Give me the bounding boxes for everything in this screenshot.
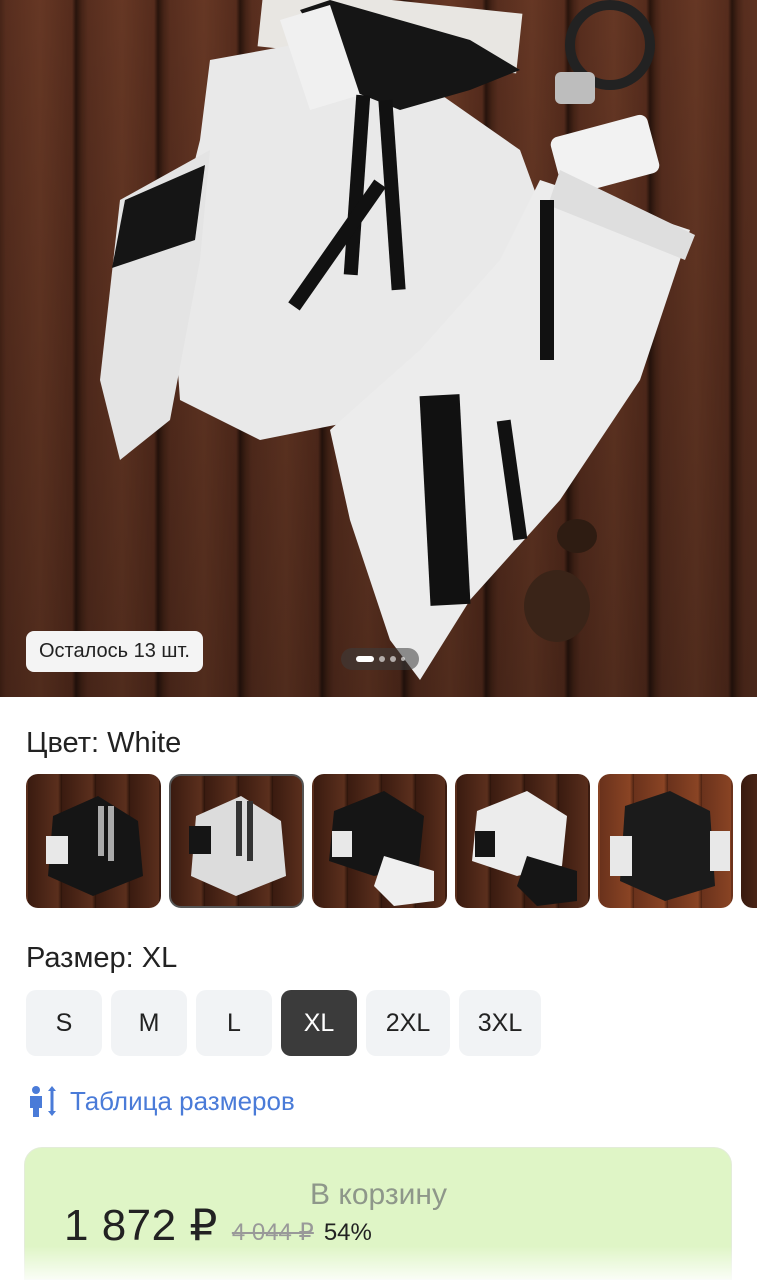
- product-image[interactable]: Осталось 13 шт.: [0, 0, 757, 697]
- color-option-more[interactable]: [741, 774, 757, 908]
- slide-dot: [400, 657, 405, 661]
- slide-dot: [378, 656, 385, 662]
- slide-dot: [389, 656, 396, 662]
- size-label: Размер: XL: [26, 942, 178, 974]
- size-option-3xl[interactable]: 3XL: [459, 990, 541, 1056]
- swatch-image: [610, 791, 730, 901]
- tracksuit-illustration: [100, 0, 695, 680]
- size-table-label: Таблица размеров: [70, 1085, 295, 1116]
- bottom-fade: [24, 1246, 732, 1280]
- swatch-image: [189, 796, 286, 896]
- swatch-image: [46, 796, 143, 896]
- swatch-image: [472, 791, 577, 906]
- size-option-2xl[interactable]: 2XL: [366, 990, 450, 1056]
- color-option-black-colorblock[interactable]: [598, 774, 733, 908]
- color-option-white-blackpants[interactable]: [455, 774, 590, 908]
- discount-percent: 54%: [323, 1219, 372, 1246]
- old-price: 4 044 ₽: [231, 1219, 314, 1246]
- color-option-black-whitepants[interactable]: [312, 774, 447, 908]
- stock-badge: Осталось 13 шт.: [26, 631, 203, 672]
- size-option-m[interactable]: M: [111, 990, 187, 1056]
- current-price: 1 872 ₽: [64, 1201, 218, 1250]
- slide-dot-active: [355, 656, 374, 662]
- swatch-image: [329, 791, 434, 906]
- color-swatches: [26, 774, 757, 912]
- color-option-black-white[interactable]: [26, 774, 161, 908]
- size-table-link[interactable]: Таблица размеров: [26, 1083, 295, 1119]
- size-option-l[interactable]: L: [196, 990, 272, 1056]
- color-option-white-black[interactable]: [169, 774, 304, 908]
- size-option-xl[interactable]: XL: [281, 990, 357, 1056]
- color-label: Цвет: White: [26, 727, 182, 759]
- slide-indicator: [341, 648, 419, 670]
- size-option-s[interactable]: S: [26, 990, 102, 1056]
- size-options: S M L XL 2XL 3XL: [26, 990, 541, 1056]
- person-height-icon: [30, 1086, 56, 1117]
- price-row: 1 872 ₽ 4 044 ₽ 54%: [64, 1200, 372, 1251]
